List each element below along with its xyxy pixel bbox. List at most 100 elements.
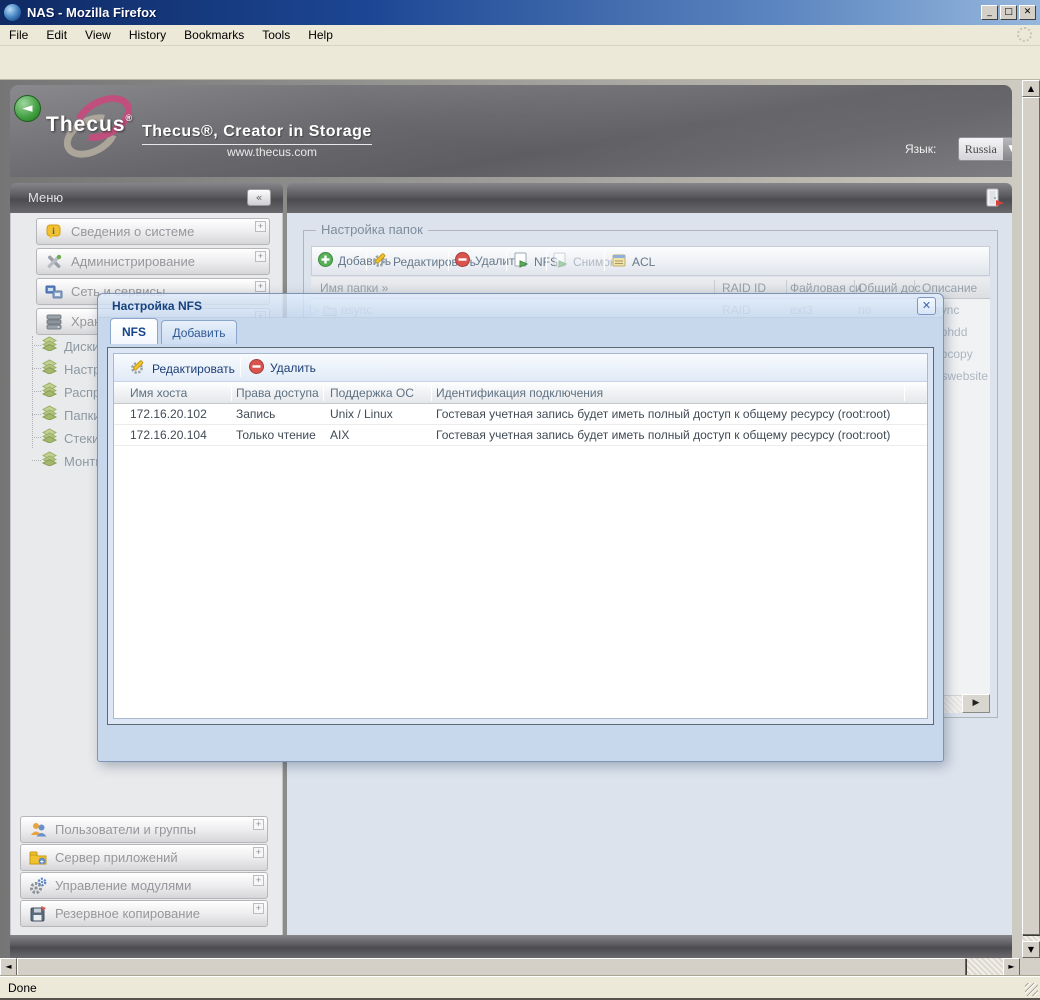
language-select[interactable]: Russia ▼: [958, 137, 1012, 161]
expand-plus-icon[interactable]: +: [253, 819, 264, 830]
language-label: Язык:: [905, 142, 937, 156]
column-access-rights[interactable]: Права доступа: [236, 386, 319, 400]
scroll-right-arrow[interactable]: ▶: [962, 694, 990, 713]
nfs-sheet-icon: [513, 252, 529, 271]
network-icon: [45, 283, 63, 301]
scroll-left-arrow[interactable]: ◄: [0, 958, 17, 976]
nfs-delete-button[interactable]: Удалить: [249, 359, 316, 377]
sidebar-title: Меню: [28, 190, 64, 205]
firefox-window: NAS - Mozilla Firefox _ □ ✕ File Edit Vi…: [0, 0, 1040, 1000]
sidebar-subitem-space[interactable]: Распр: [32, 382, 100, 402]
expand-plus-icon[interactable]: +: [255, 221, 266, 232]
sidebar-item-module-management[interactable]: Управление модулями +: [20, 872, 268, 899]
expand-plus-icon[interactable]: +: [253, 847, 264, 858]
scroll-down-arrow[interactable]: ▼: [1022, 941, 1040, 958]
nfs-host-row[interactable]: 172.16.20.104 Только чтение AIX Гостевая…: [114, 425, 927, 446]
snapshot-button: Снимок: [552, 252, 615, 271]
nfs-dialog-title: Настройка NFS: [112, 299, 202, 313]
layers-icon: [41, 382, 58, 402]
sidebar-collapse-button[interactable]: «: [247, 189, 271, 206]
close-button[interactable]: ✕: [1019, 5, 1036, 20]
tools-icon: [45, 253, 63, 271]
sidebar-subitem-mount[interactable]: Монти: [32, 451, 103, 471]
column-host-name[interactable]: Имя хоста: [130, 386, 187, 400]
layers-icon: [41, 336, 58, 356]
column-os-support[interactable]: Поддержка ОС: [330, 386, 414, 400]
edit-icon: [372, 252, 388, 271]
menu-edit[interactable]: Edit: [37, 26, 76, 44]
sidebar-item-users-groups[interactable]: Пользователи и группы +: [20, 816, 268, 843]
delete-icon: [455, 252, 470, 270]
sidebar-header: Меню «: [10, 183, 283, 213]
expand-plus-icon[interactable]: +: [255, 281, 266, 292]
maximize-button[interactable]: □: [1000, 5, 1017, 20]
acl-button[interactable]: ACL: [611, 252, 655, 271]
nfs-table-header: Имя хоста Права доступа Поддержка ОС Иде…: [114, 382, 927, 404]
nfs-table-panel: Редактировать Удалить Имя хоста Права до…: [113, 353, 928, 719]
nfs-edit-button[interactable]: Редактировать: [130, 359, 235, 378]
browser-navbar: ◄ ► ▼ ↻ ✖ ⌂ ☆ ▼ G ▼: [0, 46, 1040, 122]
menu-history[interactable]: History: [120, 26, 175, 44]
back-button[interactable]: ◄: [14, 95, 41, 122]
menu-help[interactable]: Help: [299, 26, 342, 44]
layers-icon: [41, 359, 58, 379]
sidebar-subitem-folders[interactable]: Папки: [32, 405, 101, 425]
layers-icon: [41, 405, 58, 425]
expand-plus-icon[interactable]: +: [255, 251, 266, 262]
acl-icon: [611, 252, 627, 271]
edit-icon: [130, 359, 146, 378]
scrollbar-corner: [1020, 958, 1040, 976]
expand-plus-icon[interactable]: +: [253, 903, 264, 914]
folders-fieldset-title: Настройка папок: [316, 222, 428, 237]
column-connection-id[interactable]: Идентификация подключения: [436, 386, 603, 400]
status-text: Done: [8, 981, 37, 995]
minimize-button[interactable]: _: [981, 5, 998, 20]
add-icon: [318, 252, 333, 270]
scroll-right-arrow[interactable]: ►: [1003, 958, 1020, 976]
svg-text:+: +: [40, 856, 45, 865]
horizontal-scroll-thumb[interactable]: [17, 958, 966, 976]
layers-icon: [41, 451, 58, 471]
throbber-icon: [1017, 27, 1032, 42]
sidebar-item-backup[interactable]: Резервное копирование +: [20, 900, 268, 927]
tab-nfs[interactable]: NFS: [110, 318, 158, 344]
sidebar-subitem-disks[interactable]: Диски: [32, 336, 100, 356]
sidebar-item-system-info[interactable]: i Сведения о системе +: [36, 218, 270, 245]
nfs-toolbar: Редактировать Удалить: [114, 354, 927, 382]
footer-bar: THECUS N5500 V3.00.08: [10, 935, 1012, 958]
gears-icon: [29, 877, 47, 895]
window-titlebar[interactable]: NAS - Mozilla Firefox _ □ ✕: [0, 0, 1040, 25]
sidebar-subitem-stacks[interactable]: Стеки: [32, 428, 99, 448]
window-title: NAS - Mozilla Firefox: [27, 5, 157, 20]
snapshot-sheet-icon: [552, 252, 568, 271]
tab-add[interactable]: Добавить: [161, 320, 237, 344]
sidebar-subitem-raid[interactable]: Настр: [32, 359, 100, 379]
nfs-tab-panel: Редактировать Удалить Имя хоста Права до…: [107, 347, 934, 725]
layers-icon: [41, 428, 58, 448]
delete-folder-button[interactable]: Удалить: [455, 252, 521, 270]
scroll-up-arrow[interactable]: ▲: [1022, 80, 1040, 97]
menu-view[interactable]: View: [76, 26, 120, 44]
chevron-down-icon[interactable]: ▼: [1002, 138, 1012, 160]
logout-door-icon[interactable]: [984, 187, 1006, 214]
sidebar-item-app-server[interactable]: + Сервер приложений +: [20, 844, 268, 871]
expand-plus-icon[interactable]: +: [253, 875, 264, 886]
folder-plus-icon: +: [29, 849, 47, 867]
nfs-dialog-titlebar[interactable]: Настройка NFS ✕: [98, 294, 943, 318]
sidebar-item-administration[interactable]: Администрирование +: [36, 248, 270, 275]
firefox-icon: [4, 4, 21, 21]
menu-tools[interactable]: Tools: [253, 26, 299, 44]
resize-grip[interactable]: [1025, 983, 1038, 996]
floppy-icon: [29, 905, 47, 923]
thecus-logo: Thecus®: [46, 113, 134, 136]
menu-file[interactable]: File: [0, 26, 37, 44]
dialog-close-icon[interactable]: ✕: [917, 297, 936, 315]
users-icon: [29, 821, 47, 839]
browser-menubar: File Edit View History Bookmarks Tools H…: [0, 25, 1040, 46]
menu-bookmarks[interactable]: Bookmarks: [175, 26, 253, 44]
vertical-scroll-thumb[interactable]: [1022, 97, 1040, 935]
thecus-banner: Thecus® Thecus®, Creator in Storage www.…: [10, 85, 1012, 177]
info-icon: i: [45, 223, 63, 241]
storage-icon: [45, 313, 63, 331]
nfs-host-row[interactable]: 172.16.20.102 Запись Unix / Linux Гостев…: [114, 404, 927, 425]
